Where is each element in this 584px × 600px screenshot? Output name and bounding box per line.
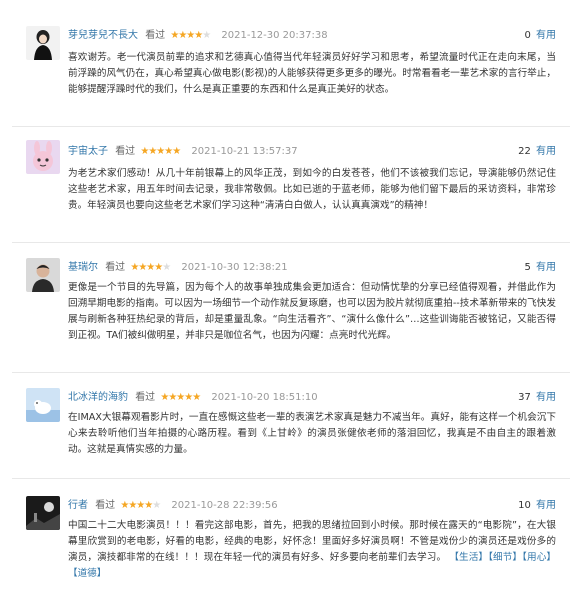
- review-header: 芽兒芽兒不長大 看过 ★★★★★ 2021-12-30 20:37:38 0 有…: [68, 28, 556, 44]
- watched-label: 看过: [105, 262, 126, 273]
- rating-stars: ★★★★★: [140, 146, 181, 157]
- avatar-image: [26, 26, 60, 60]
- useful-count: 37: [518, 392, 531, 403]
- review-header: 行者 看过 ★★★★★ 2021-10-28 22:39:56 10 有用: [68, 498, 556, 514]
- useful-button[interactable]: 有用: [536, 500, 556, 511]
- rating-stars: ★★★★★: [170, 30, 211, 41]
- review-header: 基瑞尔 看过 ★★★★★ 2021-10-30 12:38:21 5 有用: [68, 260, 556, 276]
- useful-vote: 37 有用: [518, 390, 556, 406]
- review-text: 更像是一个节目的先导篇，因为每个人的故事单独成集会更加适合：但动情忧挚的分享已经…: [68, 282, 556, 341]
- avatar[interactable]: [26, 496, 60, 530]
- useful-button[interactable]: 有用: [536, 30, 556, 41]
- review-time: 2021-10-20 18:51:10: [211, 392, 318, 403]
- review-text: 在IMAX大银幕观看影片时，一直在感慨这些老一辈的表演艺术家真是魅力不减当年。真…: [68, 412, 556, 455]
- avatar-image: [26, 388, 60, 422]
- avatar-image: [26, 140, 60, 174]
- watched-label: 看过: [145, 30, 166, 41]
- review-text: 喜欢谢芳。老一代演员前辈的追求和艺德真心值得当代年轻演员好好学习和思考，希望流量…: [68, 52, 556, 95]
- username-link[interactable]: 北冰洋的海豹: [68, 392, 128, 403]
- review-item: 基瑞尔 看过 ★★★★★ 2021-10-30 12:38:21 5 有用 更像…: [12, 252, 570, 373]
- useful-vote: 22 有用: [518, 144, 556, 160]
- useful-button[interactable]: 有用: [536, 392, 556, 403]
- useful-button[interactable]: 有用: [536, 262, 556, 273]
- useful-vote: 5 有用: [524, 260, 556, 276]
- avatar[interactable]: [26, 258, 60, 292]
- username-link[interactable]: 宇宙太子: [68, 146, 108, 157]
- useful-button[interactable]: 有用: [536, 146, 556, 157]
- watched-label: 看过: [115, 146, 136, 157]
- review-item: 芽兒芽兒不長大 看过 ★★★★★ 2021-12-30 20:37:38 0 有…: [12, 20, 570, 127]
- avatar[interactable]: [26, 140, 60, 174]
- review-list: 芽兒芽兒不長大 看过 ★★★★★ 2021-12-30 20:37:38 0 有…: [0, 0, 584, 600]
- review-time: 2021-12-30 20:37:38: [221, 30, 328, 41]
- rating-stars: ★★★★★: [130, 262, 171, 273]
- review-header: 北冰洋的海豹 看过 ★★★★★ 2021-10-20 18:51:10 37 有…: [68, 390, 556, 406]
- review-text-block: 中国二十二大电影演员！！！看完这部电影，首先，把我的思绪拉回到小时候。那时候在露…: [68, 518, 556, 582]
- review-time: 2021-10-21 13:57:37: [191, 146, 298, 157]
- avatar-image: [26, 496, 60, 530]
- avatar-image: [26, 258, 60, 292]
- useful-count: 22: [518, 146, 531, 157]
- useful-vote: 0 有用: [524, 28, 556, 44]
- review-item: 北冰洋的海豹 看过 ★★★★★ 2021-10-20 18:51:10 37 有…: [12, 382, 570, 479]
- useful-count: 0: [524, 30, 531, 41]
- username-link[interactable]: 基瑞尔: [68, 262, 98, 273]
- watched-label: 看过: [95, 500, 116, 511]
- avatar[interactable]: [26, 388, 60, 422]
- review-item: 行者 看过 ★★★★★ 2021-10-28 22:39:56 10 有用 中国…: [12, 490, 570, 594]
- review-text: 为老艺术家们感动！从几十年前银幕上的风华正茂，到如今的白发苍苍，他们不该被我们忘…: [68, 168, 556, 211]
- useful-vote: 10 有用: [518, 498, 556, 514]
- username-link[interactable]: 行者: [68, 500, 88, 511]
- username-link[interactable]: 芽兒芽兒不長大: [68, 30, 138, 41]
- rating-stars: ★★★★★: [120, 500, 161, 511]
- review-header: 宇宙太子 看过 ★★★★★ 2021-10-21 13:57:37 22 有用: [68, 144, 556, 160]
- review-item: 宇宙太子 看过 ★★★★★ 2021-10-21 13:57:37 22 有用 …: [12, 136, 570, 243]
- useful-count: 10: [518, 500, 531, 511]
- avatar[interactable]: [26, 26, 60, 60]
- review-time: 2021-10-30 12:38:21: [181, 262, 288, 273]
- watched-label: 看过: [135, 392, 156, 403]
- rating-stars: ★★★★★: [160, 392, 201, 403]
- useful-count: 5: [524, 262, 531, 273]
- review-time: 2021-10-28 22:39:56: [171, 500, 278, 511]
